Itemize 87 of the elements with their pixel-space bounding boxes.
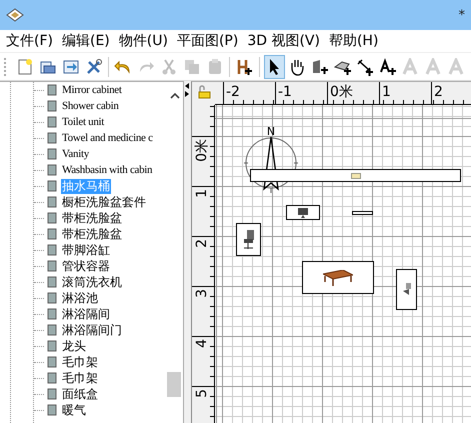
catalog-item[interactable]: 淋浴隔间 xyxy=(61,306,111,322)
catalog-item[interactable]: Shower cabin xyxy=(61,98,120,114)
dimensions-icon xyxy=(356,58,374,76)
walls-icon xyxy=(310,58,329,76)
select-button[interactable] xyxy=(264,54,285,78)
ruler-label: 0米 xyxy=(193,139,211,162)
cut-icon xyxy=(160,58,178,76)
furniture-icon xyxy=(45,403,59,417)
furniture-icon xyxy=(45,179,59,193)
catalog-item[interactable]: 管状容器 xyxy=(61,258,111,274)
monitor-piece[interactable] xyxy=(286,205,320,220)
furniture-icon xyxy=(45,147,59,161)
ruler-label: 1 xyxy=(193,189,211,198)
catalog-item[interactable]: Mirror cabinet xyxy=(61,82,123,98)
menu-item[interactable]: 编辑(E) xyxy=(62,32,110,50)
app-icon xyxy=(6,7,24,23)
catalog-item[interactable]: 暖气 xyxy=(61,402,87,418)
save-icon xyxy=(62,58,80,76)
furniture-icon xyxy=(45,323,59,337)
furniture-icon xyxy=(45,275,59,289)
catalog-item[interactable]: 橱柜洗脸盆套件 xyxy=(61,194,147,210)
small-piece[interactable] xyxy=(352,211,373,215)
ruler-label: 3 xyxy=(193,289,211,298)
scrollbar-thumb[interactable] xyxy=(167,372,181,397)
furniture-icon xyxy=(45,371,59,385)
table-icon xyxy=(323,270,353,286)
catalog-item[interactable]: Vanity xyxy=(61,146,90,162)
furniture-icon xyxy=(45,387,59,401)
catalog-item[interactable]: 带脚浴缸 xyxy=(61,242,111,258)
catalog-item[interactable]: Towel and medicine c xyxy=(61,130,154,146)
catalog-item[interactable]: 淋浴池 xyxy=(61,290,99,306)
furniture-icon xyxy=(45,307,59,321)
table-piece[interactable] xyxy=(302,261,374,294)
furniture-icon xyxy=(45,355,59,369)
copy-icon xyxy=(182,58,201,76)
splitter-arrows-icon[interactable] xyxy=(185,83,190,97)
furniture-icon xyxy=(45,83,59,97)
monitor-icon xyxy=(298,208,308,218)
catalog-item[interactable]: 龙头 xyxy=(61,338,87,354)
furniture-icon xyxy=(45,227,59,241)
toilet-piece[interactable] xyxy=(396,269,417,310)
menu-item[interactable]: 物件(U) xyxy=(118,32,168,50)
add-furniture-icon xyxy=(235,58,254,76)
toolbar-grip[interactable] xyxy=(4,58,9,76)
ruler-label: 4 xyxy=(193,339,211,348)
furniture-icon xyxy=(45,243,59,257)
ruler-label: -2 xyxy=(223,82,275,104)
ruler-label: -1 xyxy=(275,82,327,104)
furniture-icon xyxy=(45,163,59,177)
catalog-item[interactable]: Toilet unit xyxy=(61,114,106,130)
chair-piece[interactable] xyxy=(236,223,261,256)
menu-item[interactable]: 3D 视图(V) xyxy=(247,32,320,50)
catalog-item[interactable]: 带柜洗脸盆 xyxy=(61,210,123,226)
furniture-icon xyxy=(45,259,59,273)
catalog-item[interactable]: 滚筒洗衣机 xyxy=(61,274,123,290)
catalog-item[interactable]: 淋浴隔间门 xyxy=(61,322,123,338)
toilet-icon xyxy=(402,282,410,296)
menu-item[interactable]: 平面图(P) xyxy=(176,32,238,50)
text-style-icon xyxy=(424,58,443,76)
chair-icon xyxy=(242,230,254,250)
furniture-icon xyxy=(45,211,59,225)
furniture-icon xyxy=(45,131,59,145)
tools-icon xyxy=(84,58,103,76)
catalog-item[interactable]: 带柜洗脸盆 xyxy=(61,226,123,242)
catalog-item[interactable]: 毛巾架 xyxy=(61,370,99,386)
ruler-label: 2 xyxy=(193,239,211,248)
furniture-icon xyxy=(45,99,59,113)
catalog-item[interactable]: 毛巾架 xyxy=(61,354,99,370)
furniture-icon xyxy=(45,339,59,353)
ruler-label: 2 xyxy=(431,82,471,104)
lock-icon[interactable] xyxy=(196,85,210,99)
menu-item[interactable]: 文件(F) xyxy=(6,32,53,50)
furniture-icon xyxy=(45,291,59,305)
furniture-icon xyxy=(45,195,59,209)
ruler-label: 0米 xyxy=(327,82,379,104)
furniture-icon xyxy=(45,115,59,129)
catalog-item[interactable]: 面纸盒 xyxy=(61,386,99,402)
text-icon xyxy=(379,58,398,76)
ruler-label: 1 xyxy=(379,82,431,104)
ruler-label: 5 xyxy=(193,389,211,398)
window-title: * xyxy=(458,8,465,22)
text-style-icon xyxy=(402,58,420,76)
menu-item[interactable]: 帮助(H) xyxy=(328,32,378,50)
scroll-up-icon[interactable] xyxy=(170,92,180,100)
new-icon xyxy=(16,58,34,76)
catalog-item[interactable]: Washbasin with cabin xyxy=(61,162,154,178)
text-style-icon xyxy=(448,58,466,76)
